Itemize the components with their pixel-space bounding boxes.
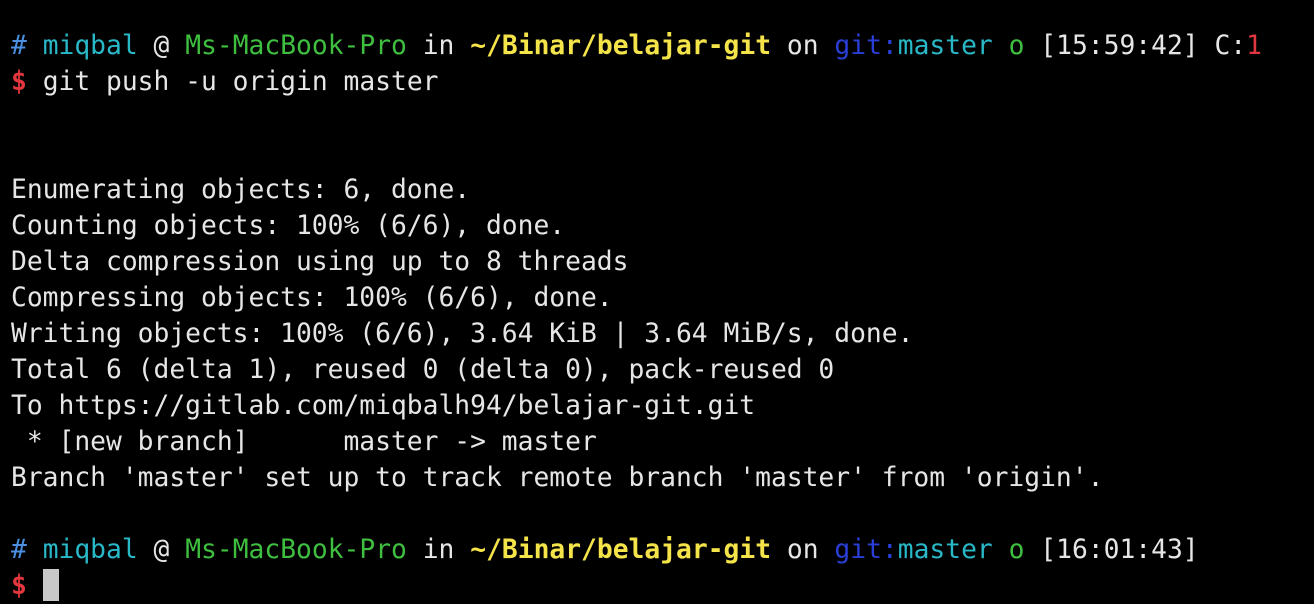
prompt-user: miqbal (42, 31, 138, 61)
command-line: $ git push -u origin master (11, 64, 439, 100)
output-line: Enumerating objects: 6, done. (11, 175, 471, 205)
prompt-on: on (786, 535, 819, 565)
output-line: Total 6 (delta 1), reused 0 (delta 0), p… (11, 355, 835, 385)
prompt-in: in (422, 535, 455, 565)
prompt-line: # miqbal @ Ms-MacBook-Pro in ~/Binar/bel… (11, 532, 1199, 568)
prompt-user: miqbal (42, 535, 138, 565)
output-line: Branch 'master' set up to track remote b… (11, 463, 1104, 493)
output-line: Compressing objects: 100% (6/6), done. (11, 283, 613, 313)
text-cursor[interactable] (42, 568, 59, 601)
prompt-dollar: $ (11, 571, 27, 601)
output-line: Delta compression using up to 8 threads (11, 247, 629, 277)
output-line: Counting objects: 100% (6/6), done. (11, 211, 566, 241)
prompt-dollar: $ (11, 67, 27, 97)
prompt-time: [15:59:42] (1040, 31, 1199, 61)
prompt-clean-marker: o (1008, 31, 1025, 61)
prompt-path: ~/Binar/belajar-git (470, 31, 772, 61)
terminal-window[interactable]: # miqbal @ Ms-MacBook-Pro in ~/Binar/bel… (0, 0, 1314, 604)
command-text: git push -u origin master (42, 67, 439, 97)
output-line: To https://gitlab.com/miqbalh94/belajar-… (11, 391, 756, 421)
output-line: Writing objects: 100% (6/6), 3.64 KiB | … (11, 319, 914, 349)
prompt-at: @ (153, 31, 170, 61)
prompt-hash: # (11, 31, 27, 61)
command-line-active[interactable]: $ (11, 568, 59, 604)
prompt-time: [16:01:43] (1040, 535, 1199, 565)
prompt-on: on (786, 31, 819, 61)
prompt-path: ~/Binar/belajar-git (470, 535, 772, 565)
prompt-clean-marker: o (1008, 535, 1025, 565)
prompt-host: Ms-MacBook-Pro (185, 535, 407, 565)
prompt-in: in (422, 31, 455, 61)
prompt-branch: master (897, 31, 993, 61)
prompt-line: # miqbal @ Ms-MacBook-Pro in ~/Binar/bel… (11, 28, 1262, 64)
prompt-at: @ (153, 535, 170, 565)
output-line: * [new branch] master -> master (11, 427, 597, 457)
prompt-branch: master (897, 535, 993, 565)
prompt-exit-code: 1 (1246, 31, 1262, 61)
prompt-git-label: git: (834, 31, 898, 61)
prompt-hash: # (11, 535, 27, 565)
prompt-exit-label: C: (1214, 31, 1247, 61)
prompt-git-label: git: (834, 535, 898, 565)
prompt-host: Ms-MacBook-Pro (185, 31, 407, 61)
